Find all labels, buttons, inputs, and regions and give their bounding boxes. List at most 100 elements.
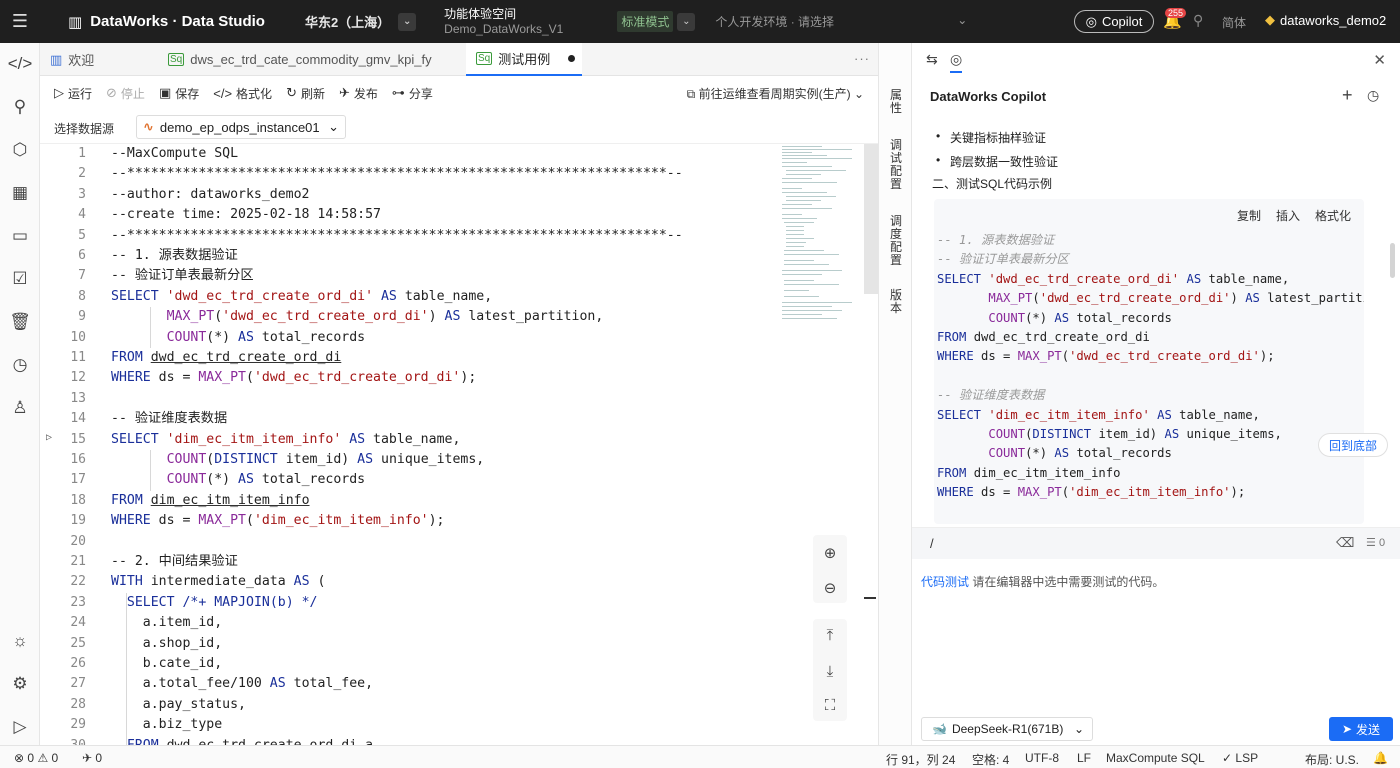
code-editor-icon[interactable]: </> — [8, 53, 33, 75]
editor-area: ▥ 欢迎 Sq dws_ec_trd_cate_commodity_gmv_kp… — [40, 43, 878, 745]
trash-icon[interactable]: 🗑 — [9, 311, 31, 333]
chat-input-value: / — [930, 536, 934, 551]
format-button[interactable]: </> 格式化 — [213, 85, 272, 102]
chat-input[interactable]: / ⌫ ☰ 0 — [912, 527, 1400, 559]
datasource-row: 选择数据源 ∿ demo_ep_odps_instance01 ⌄ — [40, 110, 878, 144]
encoding-setting[interactable]: UTF-8 — [1025, 751, 1059, 765]
collapse-panel-icon[interactable]: ▷ — [9, 716, 31, 738]
refresh-label: 刷新 — [300, 86, 325, 101]
odps-logo-icon: ∿ — [143, 119, 154, 134]
language-mode[interactable]: MaxCompute SQL — [1106, 751, 1205, 765]
back-to-bottom-button[interactable]: 回到底部 — [1318, 433, 1388, 457]
tab-welcome[interactable]: ▥ 欢迎 — [50, 43, 160, 76]
folder-icon[interactable]: ▭ — [9, 225, 31, 247]
code-line: 9 MAX_PT('dwd_ec_trd_create_ord_di') AS … — [78, 309, 604, 325]
code-editor[interactable]: ▷ 1 --MaxCompute SQL 2 --*****************… — [40, 144, 780, 745]
task-check-icon[interactable]: ☑ — [9, 268, 31, 290]
model-select[interactable]: 🐋 DeepSeek-R1(671B) ⌄ — [921, 717, 1093, 741]
copilot-icon[interactable]: ◎ — [950, 51, 963, 73]
copilot-scrollbar[interactable] — [1390, 243, 1395, 278]
search-icon[interactable]: ⚲ — [1193, 12, 1203, 29]
side-tab-debug-config[interactable]: 调试配置 — [879, 139, 913, 191]
copilot-button[interactable]: ◎ Copilot — [1074, 10, 1154, 33]
brand[interactable]: ▥ DataWorks · Data Studio — [68, 13, 265, 31]
splitter-handle[interactable] — [864, 597, 876, 599]
flow-icon[interactable]: ⇆ — [926, 51, 938, 68]
scroll-to-bottom-icon[interactable]: ⤓ — [816, 657, 844, 685]
refresh-button[interactable]: ↻ 刷新 — [286, 85, 325, 102]
code-line: 26 b.cate_id, — [70, 656, 223, 671]
clock-icon[interactable]: ◷ — [9, 354, 31, 376]
notifications-icon[interactable]: 🔔 — [1373, 751, 1388, 765]
hint-text: 请在编辑器中选中需要测试的代码。 — [972, 575, 1165, 589]
insert-button[interactable]: 插入 — [1276, 207, 1300, 224]
unsaved-dot-icon[interactable] — [568, 55, 576, 62]
user-menu[interactable]: ◆ dataworks_demo2 — [1265, 12, 1386, 28]
indent-setting[interactable]: 空格: 4 — [972, 751, 1009, 768]
component-icon[interactable]: ⬡ — [9, 139, 31, 161]
publish-label: 发布 — [353, 86, 378, 101]
chevron-down-icon: ⌄ — [1073, 722, 1084, 736]
send-button[interactable]: ➤ 发送 — [1329, 717, 1393, 741]
save-icon: ▣ — [158, 85, 172, 100]
side-tab-version[interactable]: 版本 — [879, 289, 913, 315]
publish-button[interactable]: ✈ 发布 — [339, 85, 378, 102]
scroll-to-top-icon[interactable]: ⤒ — [816, 621, 844, 649]
copy-button[interactable]: 复制 — [1237, 207, 1261, 224]
share-label: 分享 — [408, 86, 433, 101]
eraser-icon[interactable]: ⌫ — [1336, 535, 1354, 551]
keyboard-layout[interactable]: 布局: U.S. — [1305, 751, 1359, 768]
stop-button[interactable]: ⊘ 停止 — [106, 85, 145, 102]
minimap[interactable] — [780, 144, 864, 324]
diamond-icon: ◆ — [1265, 12, 1275, 27]
code-line: 6 -- 1. 源表数据验证 — [78, 248, 238, 263]
save-button[interactable]: ▣ 保存 — [159, 85, 199, 102]
new-chat-icon[interactable]: + — [1342, 85, 1353, 106]
ports-indicator[interactable]: ✈ 0 — [82, 751, 102, 765]
sql-file-icon: Sq — [476, 52, 493, 65]
brand-title: DataWorks · Data Studio — [90, 13, 265, 30]
code-line: 21 -- 2. 中间结果验证 — [70, 554, 238, 569]
mode-dropdown-icon[interactable]: ⌄ — [677, 12, 696, 31]
close-icon[interactable]: ✕ — [1373, 51, 1386, 69]
send-icon: ✈ — [338, 85, 350, 100]
tab-dws-file[interactable]: Sq dws_ec_trd_cate_commodity_gmv_kpi_fy — [168, 43, 468, 76]
code-snippet-box: 复制 插入 格式化 -- 1. 源表数据验证 -- 验证订单表最新分区 SELE… — [934, 199, 1364, 524]
region-selector[interactable]: 华东2（上海） ⌄ — [305, 12, 417, 31]
settings-gear-icon[interactable]: ⚙ — [9, 673, 31, 695]
code-test-link[interactable]: 代码测试 — [921, 575, 969, 589]
workspace-selector[interactable]: 功能体验空间 Demo_DataWorks_V1 — [444, 7, 563, 37]
code-line: 30 FROM dwd_ec_trd_create_ord_di a — [40, 736, 780, 745]
datasource-select[interactable]: ∿ demo_ep_odps_instance01 ⌄ — [136, 115, 346, 139]
problems-indicator[interactable]: ⊗ 0 ⚠ 0 — [14, 751, 58, 765]
cursor-position[interactable]: 行 91，列 24 — [886, 751, 955, 768]
env-selector[interactable]: 个人开发环境 · 请选择 ⌄ — [715, 13, 967, 30]
chevron-down-icon: ⌄ — [328, 119, 339, 134]
menu-icon[interactable]: ☰ — [0, 11, 40, 32]
more-icon[interactable]: ··· — [854, 51, 870, 66]
run-button[interactable]: ▷ 运行 — [54, 85, 92, 102]
history-icon[interactable]: ◷ — [1367, 87, 1379, 104]
lsp-indicator[interactable]: ✓ LSP — [1222, 751, 1258, 765]
side-tab-schedule-config[interactable]: 调度配置 — [879, 215, 913, 267]
code-line: 15 SELECT 'dim_ec_itm_item_info' AS table… — [70, 431, 461, 447]
fit-screen-icon[interactable]: ⛶ — [816, 691, 844, 719]
zoom-out-icon[interactable]: ⊖ — [816, 574, 844, 602]
data-map-icon[interactable]: ⚲ — [9, 96, 31, 118]
editor-scrollbar[interactable] — [864, 144, 878, 294]
format-snippet-button[interactable]: 格式化 — [1315, 207, 1351, 224]
side-tab-properties[interactable]: 属性 — [879, 89, 913, 115]
tab-test-case[interactable]: Sq 测试用例 — [466, 43, 582, 76]
goto-ops-link[interactable]: ⧉ 前往运维查看周期实例(生产) ⌄ — [687, 85, 864, 102]
zoom-in-icon[interactable]: ⊕ — [816, 539, 844, 567]
check-icon: ✓ — [1222, 751, 1233, 765]
code-line: 3 --author: dataworks_demo2 — [78, 186, 310, 202]
share-button[interactable]: ⊶ 分享 — [392, 85, 433, 102]
copilot-title: DataWorks Copilot — [930, 89, 1047, 104]
table-icon[interactable]: ▦ — [9, 182, 31, 204]
user-icon[interactable]: ♙ — [9, 397, 31, 419]
language-switch[interactable]: 简体 — [1222, 14, 1246, 31]
theme-icon[interactable]: ☼ — [9, 630, 31, 652]
code-line: 28 a.pay_status, — [70, 696, 246, 712]
eol-setting[interactable]: LF — [1077, 751, 1091, 765]
